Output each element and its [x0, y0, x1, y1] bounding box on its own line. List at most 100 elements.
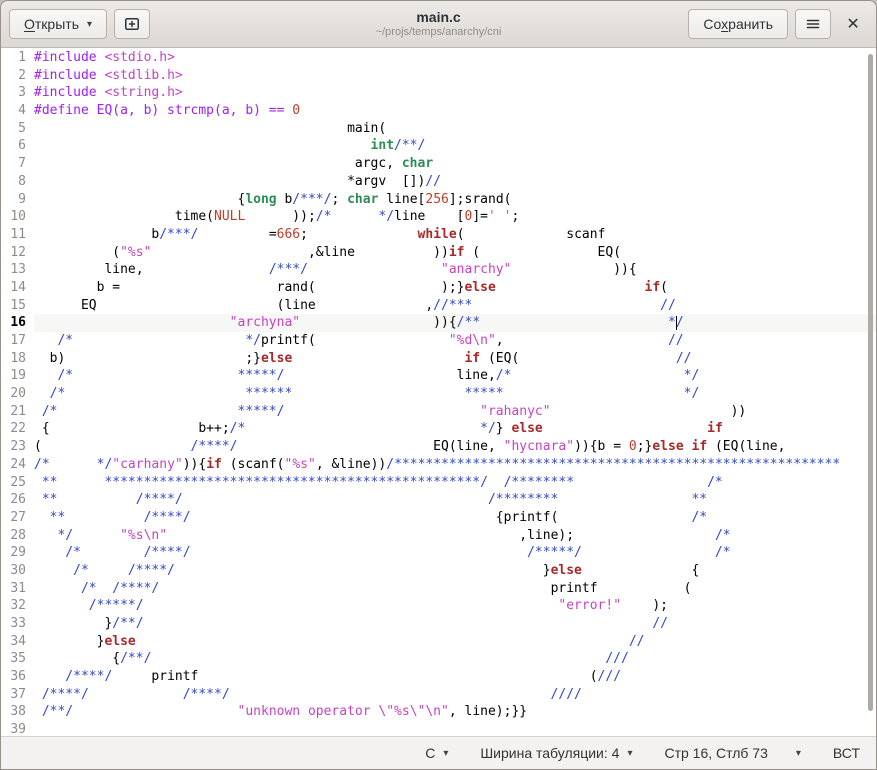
code-line[interactable]: /* */printf( "%d\n", // — [34, 332, 876, 350]
code-line[interactable]: EQ (line ,//*** // — [34, 297, 876, 315]
code-token: /**/ — [120, 651, 151, 666]
code-token: EQ (line , — [34, 298, 433, 313]
code-token — [292, 351, 464, 366]
code-line[interactable]: }/**/ // — [34, 615, 876, 633]
line-number: 8 — [1, 173, 26, 191]
code-line[interactable]: b/***/ =666; while( scanf — [34, 226, 876, 244]
line-number: 23 — [1, 438, 26, 456]
code-line[interactable]: *argv [])// — [34, 173, 876, 191]
code-line[interactable]: b = rand( );}else if( — [34, 279, 876, 297]
code-line[interactable]: /****/ /****/ //// — [34, 686, 876, 704]
code-token: /* */ — [496, 368, 700, 383]
new-document-icon — [124, 16, 140, 32]
line-number: 1 — [1, 49, 26, 67]
code-line[interactable]: /* /****/ }else { — [34, 562, 876, 580]
tab-width-selector[interactable]: Ширина табуляции: 4 ▾ — [480, 745, 632, 761]
editor-area[interactable]: 1234567891011121314151617181920212223242… — [1, 48, 876, 736]
code-line[interactable]: #include <stdlib.h> — [34, 67, 876, 85]
code-line[interactable]: /*****/ "error!" ); — [34, 597, 876, 615]
code-line[interactable]: time(NULL ));/* */line [0]=' '; — [34, 208, 876, 226]
code-pane[interactable]: #include <stdio.h>#include <stdlib.h>#in… — [34, 48, 876, 736]
code-line[interactable]: int/**/ — [34, 137, 876, 155]
code-line[interactable]: ** /****/ {printf( /* — [34, 509, 876, 527]
code-line[interactable]: ( /****/ EQ(line, "hycnara")){b = 0;}els… — [34, 438, 876, 456]
code-line[interactable]: ** *************************************… — [34, 474, 876, 492]
code-token: else — [511, 421, 542, 436]
code-line[interactable]: main( — [34, 120, 876, 138]
code-token: (EQ( — [480, 351, 676, 366]
code-token: ,&line )) — [151, 245, 448, 260]
code-token: 666 — [277, 227, 300, 242]
cursor-position-selector[interactable]: Стр 16, Стлб 73 ▾ — [664, 745, 800, 761]
code-line[interactable]: /* ****** ***** */ — [34, 385, 876, 403]
code-token: printf ( — [112, 669, 597, 684]
line-number: 38 — [1, 703, 26, 721]
code-token: if — [449, 245, 465, 260]
code-line[interactable]: /* *****/ "rahanyc" )) — [34, 403, 876, 421]
chevron-down-icon: ▾ — [443, 748, 448, 759]
code-token: } — [496, 421, 512, 436]
scrollbar-thumb[interactable] — [868, 54, 873, 711]
code-token: else — [464, 280, 495, 295]
code-token: long — [245, 192, 276, 207]
line-number: 27 — [1, 509, 26, 527]
code-token: , line);}} — [449, 704, 527, 719]
title-block: main.c ~/projs/temps/anarchy/cni — [376, 9, 502, 39]
vertical-scrollbar[interactable] — [866, 50, 875, 734]
chevron-down-icon: ▾ — [796, 748, 801, 759]
code-token: ( — [34, 245, 120, 260]
close-button[interactable]: ✕ — [838, 9, 868, 39]
open-button[interactable]: Открыть ▾ — [9, 9, 107, 39]
code-token: // — [629, 634, 645, 649]
menu-button[interactable] — [795, 9, 831, 39]
code-line[interactable]: ("%s" ,&line ))if ( EQ( — [34, 244, 876, 262]
code-line[interactable]: line, /***/ "anarchy" )){ — [34, 261, 876, 279]
code-line[interactable]: "archyna" )){/** */ — [34, 314, 876, 332]
chevron-down-icon: ▾ — [627, 748, 632, 759]
code-line[interactable]: */ "%s\n" ,line); /* — [34, 527, 876, 545]
window-subtitle: ~/projs/temps/anarchy/cni — [376, 26, 502, 39]
line-number: 7 — [1, 155, 26, 173]
code-token: /* ****** ***** */ — [34, 386, 699, 401]
code-line[interactable]: { b++;/* */} else if — [34, 420, 876, 438]
code-token: /* */ — [230, 421, 496, 436]
code-token: )){ — [300, 315, 457, 330]
code-line[interactable]: /****/ printf (/// — [34, 668, 876, 686]
language-selector[interactable]: C ▾ — [425, 745, 448, 761]
code-token: "carhany" — [112, 457, 182, 472]
code-line[interactable]: /* /****/ /*****/ /* — [34, 544, 876, 562]
line-number: 34 — [1, 633, 26, 651]
line-number: 35 — [1, 650, 26, 668]
code-line[interactable]: ** /****/ /******** ** — [34, 491, 876, 509]
code-token: "archyna" — [230, 315, 300, 330]
code-token: // — [676, 351, 692, 366]
code-line[interactable]: }else // — [34, 633, 876, 651]
code-line[interactable] — [34, 721, 876, 736]
code-token: , &line)) — [316, 457, 386, 472]
code-token: if — [707, 421, 723, 436]
code-token: )) — [551, 404, 747, 419]
new-document-button[interactable] — [114, 9, 150, 39]
code-line[interactable]: argc, char — [34, 155, 876, 173]
code-token: 256 — [425, 192, 448, 207]
code-line[interactable]: /**/ "unknown operator \"%s\"\n", line);… — [34, 703, 876, 721]
code-token: { — [34, 192, 245, 207]
line-number: 14 — [1, 279, 26, 297]
code-token: *argv []) — [34, 174, 425, 189]
code-token: (scanf( — [222, 457, 285, 472]
code-line[interactable]: /* *****/ line,/* */ — [34, 367, 876, 385]
code-line[interactable]: {long b/***/; char line[256];srand( — [34, 191, 876, 209]
code-token: /***************************************… — [386, 457, 840, 472]
code-line[interactable]: /* */"carhany")){if (scanf("%s", &line))… — [34, 456, 876, 474]
code-line[interactable]: #include <stdio.h> — [34, 49, 876, 67]
code-line[interactable]: #include <string.h> — [34, 84, 876, 102]
code-token: ; — [511, 209, 519, 224]
code-line[interactable]: #define EQ(a, b) strcmp(a, b) == 0 — [34, 102, 876, 120]
code-line[interactable]: {/**/ /// — [34, 650, 876, 668]
save-button[interactable]: Сохранить — [688, 9, 788, 39]
code-token: /* — [574, 528, 731, 543]
code-token: "%s" — [120, 245, 151, 260]
code-line[interactable]: /* /****/ printf ( — [34, 580, 876, 598]
code-line[interactable]: b) ;}else if (EQ( // — [34, 350, 876, 368]
line-number: 22 — [1, 420, 26, 438]
